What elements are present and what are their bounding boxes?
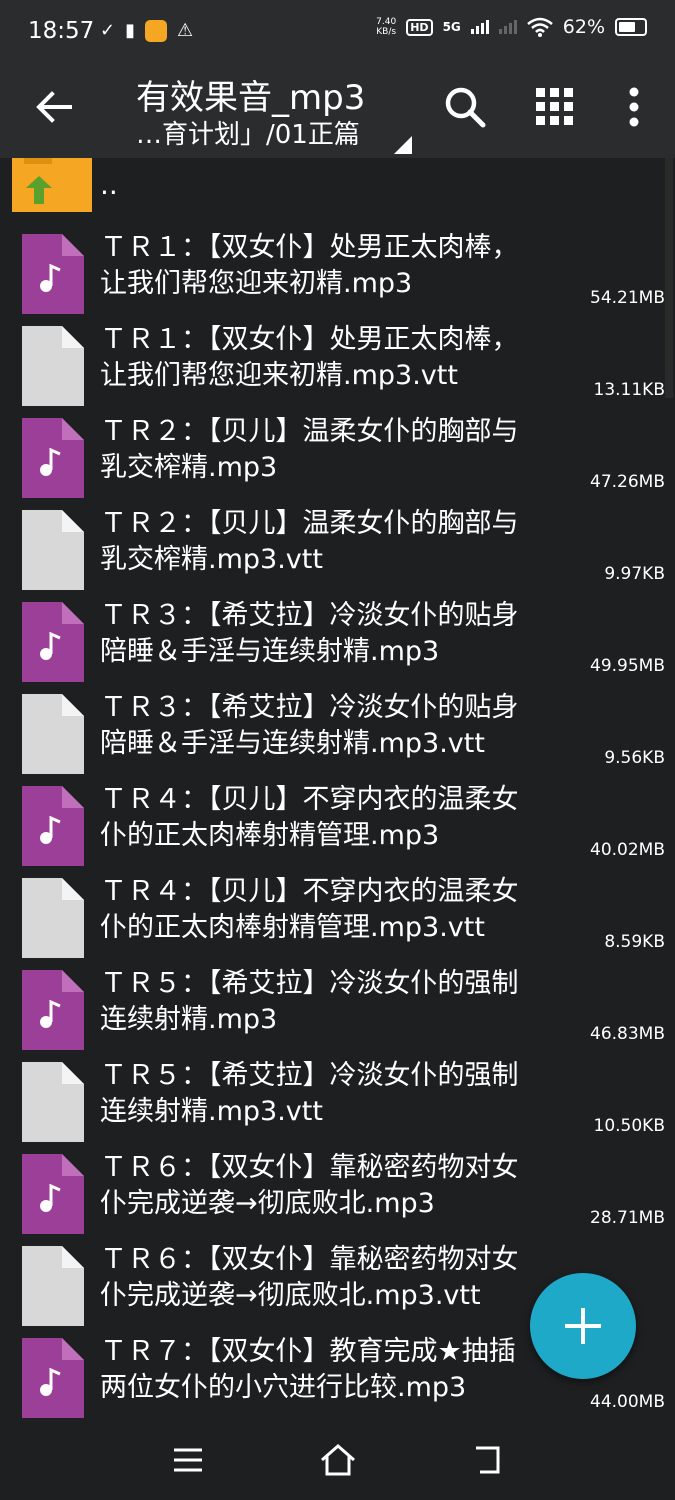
file-row[interactable]: ＴＲ５：【希艾拉】冷淡女仆的强制 连续射精.mp3 46.83MB xyxy=(0,964,665,1056)
signal-icon xyxy=(470,20,489,34)
add-fab-button[interactable] xyxy=(530,1273,636,1379)
wifi-icon xyxy=(526,17,553,37)
file-size: 13.11KB xyxy=(593,380,665,400)
audio-file-icon xyxy=(22,234,84,314)
file-name: ＴＲ６：【双女仆】靠秘密药物对女 仆完成逆袭→彻底败北.mp3.vtt xyxy=(100,1244,519,1311)
file-row[interactable]: ＴＲ６：【双女仆】靠秘密药物对女 仆完成逆袭→彻底败北.mp3 28.71MB xyxy=(0,1148,665,1240)
audio-file-icon xyxy=(22,786,84,866)
file-name: ＴＲ３：【希艾拉】冷淡女仆的贴身 陪睡＆手淫与连续射精.mp3 xyxy=(100,600,519,667)
file-row[interactable]: ＴＲ２：【贝儿】温柔女仆的胸部与 乳交榨精.mp3 47.26MB xyxy=(0,412,665,504)
back-arrow-icon[interactable] xyxy=(30,84,76,130)
text-file-icon xyxy=(22,694,84,774)
dropdown-corner-icon[interactable] xyxy=(394,136,412,154)
file-name: ＴＲ１：【双女仆】处男正太肉棒， 让我们帮您迎来初精.mp3 xyxy=(100,232,519,299)
file-name: ＴＲ６：【双女仆】靠秘密药物对女 仆完成逆袭→彻底败北.mp3 xyxy=(100,1152,519,1219)
file-name: ＴＲ５：【希艾拉】冷淡女仆的强制 连续射精.mp3.vtt xyxy=(100,1060,519,1127)
file-row[interactable]: ＴＲ３：【希艾拉】冷淡女仆的贴身 陪睡＆手淫与连续射精.mp3 49.95MB xyxy=(0,596,665,688)
file-row[interactable]: ＴＲ１：【双女仆】处男正太肉棒， 让我们帮您迎来初精.mp3.vtt 13.11KB xyxy=(0,320,665,412)
more-vert-icon[interactable] xyxy=(610,82,660,132)
net-speed: 7.40 KB/s xyxy=(376,17,397,37)
file-name: ＴＲ３：【希艾拉】冷淡女仆的贴身 陪睡＆手淫与连续射精.mp3.vtt xyxy=(100,692,519,759)
file-size: 44.00MB xyxy=(590,1392,665,1412)
path-breadcrumb[interactable]: …育计划」/01正篇 xyxy=(136,114,360,151)
parent-folder-icon xyxy=(12,158,92,212)
file-name: ＴＲ２：【贝儿】温柔女仆的胸部与 乳交榨精.mp3.vtt xyxy=(100,508,519,575)
file-list: .. ＴＲ１：【双女仆】处男正太肉棒， 让我们帮您迎来初精.mp3 54.21MB Ｔ… xyxy=(0,158,675,1420)
file-name: ＴＲ１：【双女仆】处男正太肉棒， 让我们帮您迎来初精.mp3.vtt xyxy=(100,324,519,391)
file-name: ＴＲ５：【希艾拉】冷淡女仆的强制 连续射精.mp3 xyxy=(100,968,519,1035)
audio-file-icon xyxy=(22,1154,84,1234)
toolbar: 有效果音_mp3 …育计划」/01正篇 xyxy=(0,66,675,158)
audio-file-icon xyxy=(22,602,84,682)
warning-icon: ⚠ xyxy=(177,20,194,41)
text-file-icon xyxy=(22,1246,84,1326)
audio-file-icon xyxy=(22,970,84,1050)
parent-folder-label: .. xyxy=(100,168,118,201)
menu-icon[interactable] xyxy=(166,1438,210,1482)
status-bar: 18:57 ✓ ▮ ⚠ 7.40 KB/s HD 5G 62% xyxy=(0,0,675,66)
status-time: 18:57 xyxy=(28,18,95,44)
battery-percent: 62% xyxy=(562,16,605,38)
file-size: 10.50KB xyxy=(593,1116,665,1136)
file-name: ＴＲ４：【贝儿】不穿内衣的温柔女 仆的正太肉棒射精管理.mp3 xyxy=(100,784,519,851)
scrollbar[interactable] xyxy=(665,158,673,398)
parent-folder-row[interactable]: .. xyxy=(0,158,675,214)
signal-2-icon xyxy=(498,20,517,34)
file-row[interactable]: ＴＲ５：【希艾拉】冷淡女仆的强制 连续射精.mp3.vtt 10.50KB xyxy=(0,1056,665,1148)
file-name: ＴＲ２：【贝儿】温柔女仆的胸部与 乳交榨精.mp3 xyxy=(100,416,519,483)
text-file-icon xyxy=(22,510,84,590)
grid-view-icon[interactable] xyxy=(530,82,580,132)
file-size: 9.56KB xyxy=(604,748,665,768)
file-size: 54.21MB xyxy=(590,288,665,308)
text-file-icon xyxy=(22,326,84,406)
file-size: 46.83MB xyxy=(590,1024,665,1044)
navigation-bar xyxy=(0,1420,675,1500)
file-name: ＴＲ７：【双女仆】教育完成★抽插 两位女仆的小穴进行比较.mp3 xyxy=(100,1336,516,1403)
text-file-icon xyxy=(22,878,84,958)
network-type: 5G xyxy=(442,20,461,34)
file-size: 49.95MB xyxy=(590,656,665,676)
file-size: 40.02MB xyxy=(590,840,665,860)
home-icon[interactable] xyxy=(316,1438,360,1482)
hd-voice-icon: HD xyxy=(406,18,433,36)
audio-file-icon xyxy=(22,1338,84,1418)
file-row[interactable]: ＴＲ４：【贝儿】不穿内衣的温柔女 仆的正太肉棒射精管理.mp3 40.02MB xyxy=(0,780,665,872)
file-size: 28.71MB xyxy=(590,1208,665,1228)
file-row[interactable]: ＴＲ３：【希艾拉】冷淡女仆的贴身 陪睡＆手淫与连续射精.mp3.vtt 9.56KB xyxy=(0,688,665,780)
search-icon[interactable] xyxy=(440,82,490,132)
file-row[interactable]: ＴＲ２：【贝儿】温柔女仆的胸部与 乳交榨精.mp3.vtt 9.97KB xyxy=(0,504,665,596)
file-row[interactable]: ＴＲ４：【贝儿】不穿内衣的温柔女 仆的正太肉棒射精管理.mp3.vtt 8.59KB xyxy=(0,872,665,964)
folder-title: 有效果音_mp3 xyxy=(136,78,366,118)
app-badge-icon xyxy=(145,20,167,42)
battery-icon xyxy=(615,18,647,36)
app-notification-icon: ▮ xyxy=(125,20,135,41)
download-done-icon: ✓ xyxy=(100,20,116,41)
notification-icons: ✓ ▮ ⚠ xyxy=(100,20,193,42)
file-size: 9.97KB xyxy=(604,564,665,584)
file-size: 8.59KB xyxy=(604,932,665,952)
file-row[interactable]: ＴＲ１：【双女仆】处男正太肉棒， 让我们帮您迎来初精.mp3 54.21MB xyxy=(0,228,665,320)
audio-file-icon xyxy=(22,418,84,498)
text-file-icon xyxy=(22,1062,84,1142)
file-size: 47.26MB xyxy=(590,472,665,492)
file-name: ＴＲ４：【贝儿】不穿内衣的温柔女 仆的正太肉棒射精管理.mp3.vtt xyxy=(100,876,519,943)
status-right: 7.40 KB/s HD 5G 62% xyxy=(376,16,647,38)
back-icon[interactable] xyxy=(466,1438,510,1482)
